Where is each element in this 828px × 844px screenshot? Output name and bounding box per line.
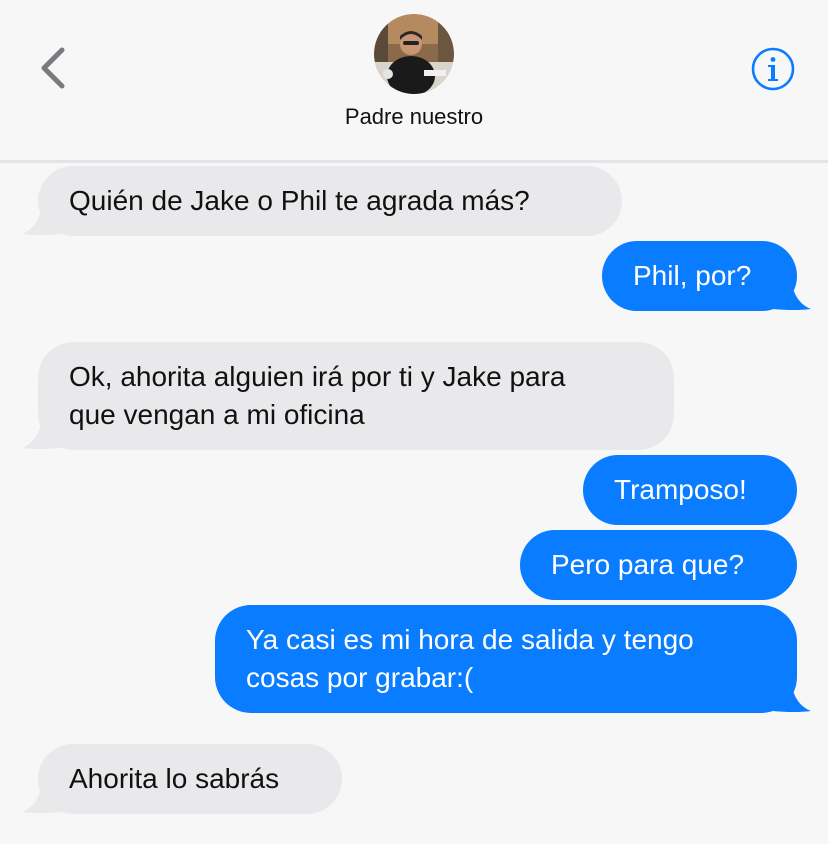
incoming-message[interactable]: Ahorita lo sabrás xyxy=(38,744,342,814)
message-text: Pero para que? xyxy=(551,549,745,580)
back-button[interactable] xyxy=(34,44,74,92)
message-text-line: Ya casi es mi hora de salida y tengo xyxy=(246,624,694,655)
message-text-line: cosas por grabar:( xyxy=(246,662,474,693)
incoming-message[interactable]: Quién de Jake o Phil te agrada más? xyxy=(38,166,622,236)
message-text-line: que vengan a mi oficina xyxy=(69,399,365,430)
info-button[interactable] xyxy=(750,46,796,92)
message-text: Quién de Jake o Phil te agrada más? xyxy=(69,185,530,216)
contact-name[interactable]: Padre nuestro xyxy=(0,104,828,130)
outgoing-message[interactable]: Tramposo! xyxy=(583,455,797,525)
message-list[interactable]: Quién de Jake o Phil te agrada más? Phil… xyxy=(0,163,828,844)
message-text-line: Ok, ahorita alguien irá por ti y Jake pa… xyxy=(69,361,566,392)
message-text: Tramposo! xyxy=(614,474,747,505)
contact-avatar[interactable] xyxy=(374,14,454,94)
outgoing-message[interactable]: Pero para que? xyxy=(520,530,797,600)
message-text: Phil, por? xyxy=(633,260,752,291)
incoming-message[interactable]: Ok, ahorita alguien irá por ti y Jake pa… xyxy=(38,342,674,450)
info-icon xyxy=(751,47,795,91)
outgoing-message[interactable]: Ya casi es mi hora de salida y tengo cos… xyxy=(215,605,797,713)
message-text: Ahorita lo sabrás xyxy=(69,763,280,794)
chevron-left-icon xyxy=(41,47,65,89)
avatar-photo xyxy=(374,14,454,94)
outgoing-message[interactable]: Phil, por? xyxy=(602,241,797,311)
conversation-header: Padre nuestro xyxy=(0,0,828,160)
